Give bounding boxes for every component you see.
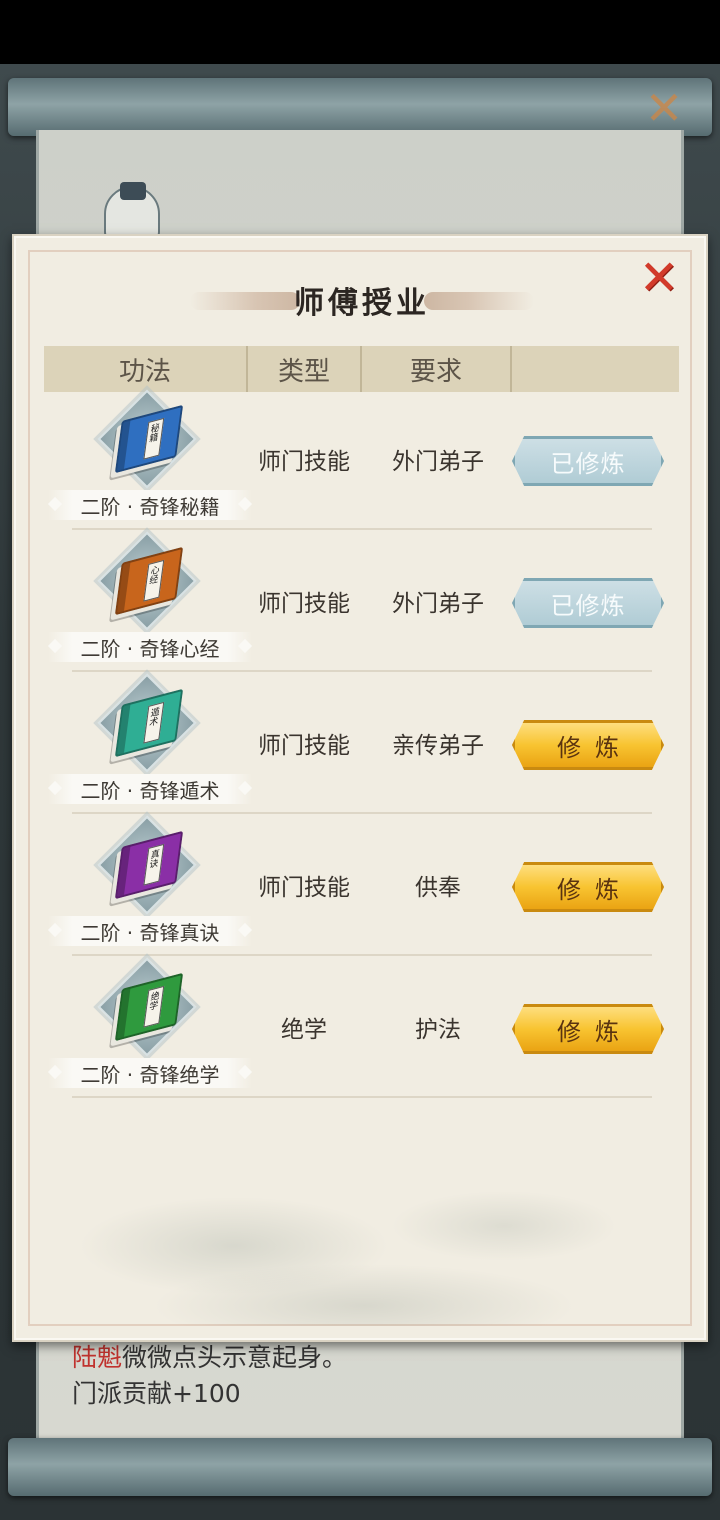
skill-row: 遁术 二阶 · 奇锋遁术 师门技能 亲传弟子 修炼 [14,673,710,818]
skill-requirement: 护法 [415,1017,461,1043]
skill-requirement: 亲传弟子 [392,733,484,759]
skill-type: 师门技能 [258,875,350,901]
skill-name: 二阶 · 奇锋心经 [48,632,252,662]
learned-button[interactable]: 已修炼 [512,578,664,628]
skill-book-wrap[interactable]: 秘籍 [90,389,202,500]
scroll-top-rod [8,78,712,136]
table-header: 功法 类型 要求 [44,346,679,392]
skill-name: 二阶 · 奇锋绝学 [48,1058,252,1088]
skill-requirement: 供奉 [415,875,461,901]
npc-name: 陆魁 [72,1343,123,1372]
skill-list: 秘籍 二阶 · 奇锋秘籍 师门技能 外门弟子 已修炼 心经 二阶 · 奇锋心经 … [14,389,710,1102]
story-line: 陆魁微微点头示意起身。 [72,1340,347,1376]
skill-book-wrap[interactable]: 绝学 [90,957,202,1068]
learned-button[interactable]: 已修炼 [512,436,664,486]
header-requirement: 要求 [362,346,512,392]
story-text: 陆魁微微点头示意起身。 门派贡献+100 [72,1340,347,1412]
skill-requirement: 外门弟子 [392,591,484,617]
header-type: 类型 [248,346,362,392]
header-action [512,346,679,392]
reward-text: 门派贡献+100 [72,1379,241,1408]
skill-requirement: 外门弟子 [392,449,484,475]
story-action: 微微点头示意起身。 [122,1343,348,1372]
train-button[interactable]: 修炼 [512,862,664,912]
header-skill: 功法 [44,346,248,392]
cloud-ornament-right-icon [424,292,534,310]
status-bar-area [0,0,720,64]
skill-book-wrap[interactable]: 心经 [90,531,202,642]
skill-type: 师门技能 [258,449,350,475]
row-divider [72,528,652,530]
cloud-ornament-left-icon [190,292,300,310]
skill-type: 绝学 [281,1017,327,1043]
dialog-title: 师傅授业 [294,286,430,321]
train-button[interactable]: 修炼 [512,1004,664,1054]
background-close-icon[interactable]: ✕ [640,84,688,132]
skill-type: 师门技能 [258,591,350,617]
train-button[interactable]: 修炼 [512,720,664,770]
ink-landscape-decoration [34,1066,690,1326]
scroll-bottom-rod [8,1438,712,1496]
skill-book-wrap[interactable]: 真诀 [90,815,202,926]
close-icon[interactable]: ✕ [636,254,682,302]
skill-name: 二阶 · 奇锋遁术 [48,774,252,804]
skill-row: 秘籍 二阶 · 奇锋秘籍 师门技能 外门弟子 已修炼 [14,389,710,534]
master-teaching-dialog: 师傅授业 ✕ 功法 类型 要求 秘籍 二阶 · 奇锋秘籍 师门技能 外门弟子 已… [12,234,708,1342]
skill-row: 心经 二阶 · 奇锋心经 师门技能 外门弟子 已修炼 [14,531,710,676]
row-divider [72,1096,652,1098]
row-divider [72,812,652,814]
skill-row: 真诀 二阶 · 奇锋真诀 师门技能 供奉 修炼 [14,815,710,960]
dialog-title-bar: 师傅授业 [190,280,534,321]
skill-name: 二阶 · 奇锋秘籍 [48,490,252,520]
skill-type: 师门技能 [258,733,350,759]
skill-row: 绝学 二阶 · 奇锋绝学 绝学 护法 修炼 [14,957,710,1102]
row-divider [72,954,652,956]
skill-name: 二阶 · 奇锋真诀 [48,916,252,946]
row-divider [72,670,652,672]
skill-book-wrap[interactable]: 遁术 [90,673,202,784]
